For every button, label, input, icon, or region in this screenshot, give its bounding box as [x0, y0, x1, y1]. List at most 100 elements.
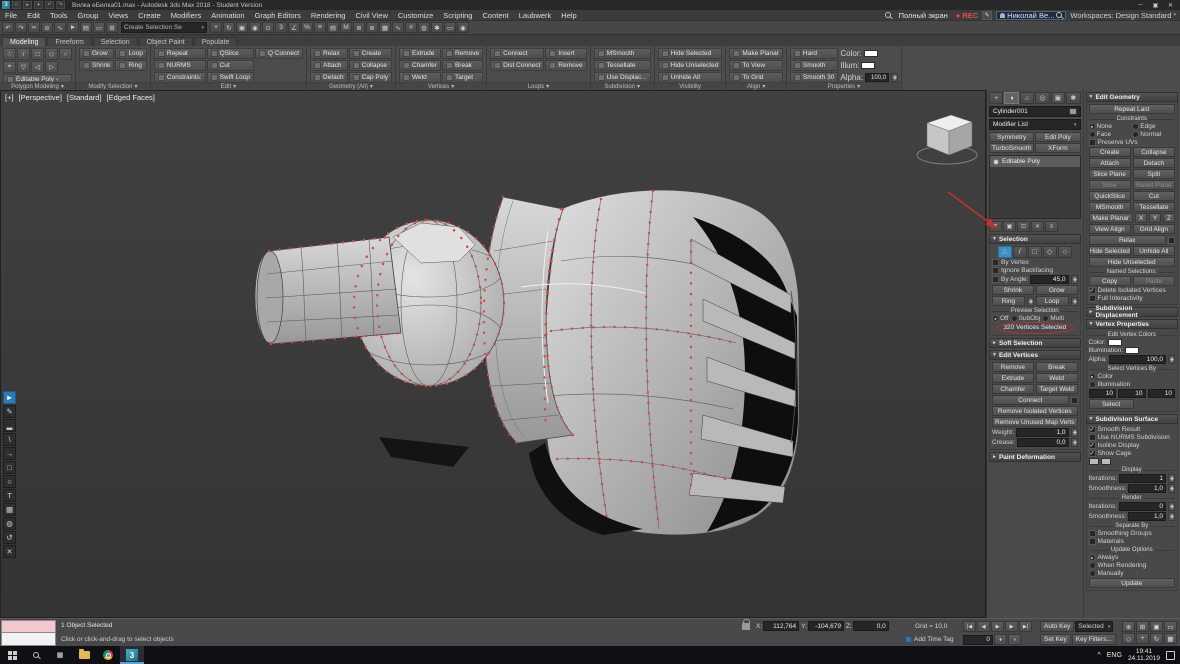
menu-item[interactable]: Edit	[22, 11, 45, 20]
panel-button[interactable]: Extrude	[992, 373, 1034, 383]
radio[interactable]: ●	[1089, 554, 1096, 561]
field-of-view-icon[interactable]: ◇	[1122, 633, 1135, 644]
modifier-set-button[interactable]: Symmetry	[989, 132, 1034, 142]
file-explorer-icon[interactable]	[72, 646, 96, 664]
coordinate-input[interactable]: 112,764	[763, 621, 799, 631]
viewport-label-item[interactable]: [Perspective]	[19, 93, 62, 102]
collapse-stack-icon[interactable]: ▽	[17, 61, 30, 73]
menu-item[interactable]: Customize	[393, 11, 438, 20]
checkbox[interactable]	[992, 259, 999, 266]
ribbon-caption[interactable]: Geometry (All)▾	[307, 82, 395, 90]
panel-button[interactable]: Tessellate	[1133, 202, 1175, 212]
line-icon[interactable]: \	[3, 433, 16, 446]
menu-item[interactable]: Create	[133, 11, 166, 20]
ellipse-icon[interactable]: ○	[3, 475, 16, 488]
color-icon[interactable]: ◍	[3, 517, 16, 530]
axis-button[interactable]: X	[1135, 213, 1147, 223]
select-cursor-icon[interactable]: ►	[3, 391, 16, 404]
minimize-button[interactable]: ─	[1133, 1, 1148, 10]
coordinate-field[interactable]: X: 112,764	[756, 621, 799, 631]
connect-settings-icon[interactable]	[1071, 397, 1078, 404]
new-scene-icon[interactable]: □	[12, 1, 21, 9]
start-button[interactable]	[0, 646, 24, 664]
panel-button[interactable]: Reset Plane	[1133, 180, 1175, 190]
edge-mode-icon[interactable]: /	[17, 48, 30, 60]
crease-field[interactable]: 0,0	[1017, 438, 1069, 447]
constraint-option[interactable]: Normal	[1132, 131, 1175, 138]
annotate-icon[interactable]: ✎	[982, 11, 992, 20]
view-align-button[interactable]: View Align	[1089, 224, 1131, 234]
scene-3d-model[interactable]	[1, 91, 985, 617]
menu-item[interactable]: Animation	[206, 11, 249, 20]
panel-button-wide[interactable]: Remove Unused Map Verts	[992, 417, 1078, 427]
user-account[interactable]: Николай Ве...	[996, 11, 1066, 20]
named-selection-sets-icon[interactable]: ▤	[327, 22, 339, 33]
orbit-icon[interactable]: ↻	[1150, 633, 1163, 644]
ribbon-button[interactable]: Repeat	[154, 48, 206, 59]
copy-button[interactable]: Copy	[1089, 276, 1131, 286]
arrow-icon[interactable]: →	[3, 447, 16, 460]
preview-option[interactable]: ● Off	[992, 315, 1009, 322]
menu-item[interactable]: Civil View	[350, 11, 392, 20]
paste-button[interactable]: Paste	[1133, 276, 1175, 286]
select-by-name-icon[interactable]: ▤	[80, 22, 92, 33]
hierarchy-tab[interactable]: ⌂	[1020, 92, 1034, 104]
ribbon-button[interactable]: Tessellate	[594, 60, 651, 71]
next-modifier-icon[interactable]: ▷	[45, 61, 58, 73]
menu-item[interactable]: Tools	[45, 11, 73, 20]
preview-option[interactable]: Multi	[1042, 315, 1064, 322]
utilities-tab[interactable]: ✱	[1066, 92, 1080, 104]
axis-button[interactable]: Z	[1163, 213, 1175, 223]
ribbon-tab[interactable]: Modeling	[2, 37, 46, 46]
vertex-mode-icon[interactable]: ∴	[3, 48, 16, 60]
pin-stack-icon[interactable]: ⌖	[989, 221, 1002, 232]
select-object-icon[interactable]: ►	[67, 22, 79, 33]
ribbon-tab[interactable]: Object Paint	[139, 37, 193, 46]
checkbox[interactable]	[1089, 434, 1096, 441]
illumination-swatch[interactable]	[861, 62, 875, 69]
zoom-all-icon[interactable]: ⊞	[1136, 621, 1149, 632]
render-smoothness-field[interactable]: 1,0	[1128, 512, 1166, 521]
key-mode-combo[interactable]: Selected▾	[1075, 621, 1113, 632]
shrink-button[interactable]: Shrink	[992, 285, 1034, 295]
spinner[interactable]	[1168, 484, 1175, 493]
text-icon[interactable]: T	[3, 489, 16, 502]
vertex-illumination-swatch[interactable]	[1125, 347, 1139, 354]
range-field[interactable]: 10	[1148, 389, 1176, 398]
display-iterations-field[interactable]: 1	[1119, 474, 1166, 483]
ribbon-button[interactable]: Make Planar	[729, 48, 783, 59]
ribbon-button[interactable]: Insert	[545, 48, 586, 59]
select-region-icon[interactable]: ▭	[93, 22, 105, 33]
crease-spinner[interactable]	[1071, 438, 1078, 447]
display-tab[interactable]: ▣	[1051, 92, 1065, 104]
create-tab[interactable]: +	[989, 92, 1003, 104]
radio[interactable]	[1132, 131, 1139, 138]
unlink-icon[interactable]: ⊘	[41, 22, 53, 33]
hide-selected-button[interactable]: Hide Selected	[1089, 246, 1131, 256]
border-mode-icon[interactable]: □	[31, 48, 44, 60]
rectangle-icon[interactable]: □	[3, 461, 16, 474]
ribbon-button[interactable]: NURMS	[154, 60, 206, 71]
add-time-tag[interactable]: Add Time Tag	[905, 636, 954, 643]
repeat-last-button[interactable]: Repeat Last	[1089, 104, 1176, 114]
panel-button[interactable]: Create	[1089, 147, 1131, 157]
select-rotate-icon[interactable]: ↻	[223, 22, 235, 33]
taskbar-clock[interactable]: 19:4124.11.2019	[1128, 648, 1160, 662]
ribbon-button[interactable]: Collapse	[349, 60, 392, 71]
snap-toggle-icon[interactable]: 3	[275, 22, 287, 33]
ribbon-button[interactable]: Hide Selected	[658, 48, 723, 59]
ribbon-button[interactable]: Q Connect	[255, 48, 303, 59]
panel-button[interactable]: Chamfer	[992, 384, 1034, 394]
render-iterations-field[interactable]: 0	[1119, 502, 1166, 511]
ribbon-button[interactable]: QSlice	[207, 48, 254, 59]
weight-spinner[interactable]	[1071, 428, 1078, 437]
3ds-max-taskbar-icon[interactable]: 3	[120, 646, 144, 664]
schematic-view-icon[interactable]: #	[405, 22, 417, 33]
spinner[interactable]	[1168, 474, 1175, 483]
undo-icon[interactable]: ↶	[45, 1, 54, 9]
undo-icon[interactable]: ↶	[2, 22, 14, 33]
panel-button[interactable]: Collapse	[1133, 147, 1175, 157]
ribbon-button[interactable]: Remove	[442, 48, 483, 59]
redo-icon[interactable]: ↷	[15, 22, 27, 33]
spinner[interactable]	[1168, 512, 1175, 521]
